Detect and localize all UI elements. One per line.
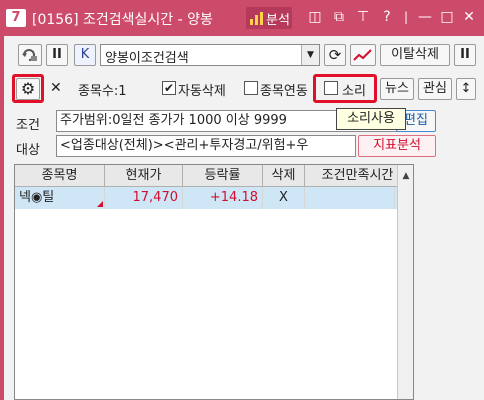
refresh-folder-icon (22, 49, 37, 61)
separator: | (403, 10, 409, 24)
cell-change: +14.18 (183, 187, 263, 209)
chevron-down-icon[interactable]: ▼ (301, 45, 319, 65)
window-title: [0156] 조건검색실시간 - 양봉 (32, 12, 213, 28)
refresh-button[interactable]: ⟳ (324, 44, 346, 66)
help-icon[interactable]: ? (378, 8, 396, 26)
pause2-button[interactable]: II (454, 44, 476, 66)
sort-button[interactable]: ↕ (456, 78, 476, 100)
cell-time (305, 187, 395, 209)
pin-icon[interactable]: ⊤ (354, 8, 372, 26)
clear-icon[interactable]: ✕ (50, 80, 62, 96)
refresh-icon: ⟳ (328, 46, 342, 64)
condition-select-value: 양봉이조건검색 (105, 51, 189, 66)
layout-icon[interactable]: ◫ (306, 8, 324, 26)
vertical-scrollbar[interactable]: ▲ (397, 165, 413, 399)
chart-icon (250, 12, 263, 25)
restore-icon[interactable]: ⧉ (330, 8, 348, 26)
window-number-icon: 7 (6, 9, 26, 27)
highlight-sound (313, 74, 377, 103)
auto-delete-label: 자동삭제 (178, 84, 226, 99)
target-label: 대상 (16, 143, 40, 158)
marker-icon (97, 201, 103, 207)
stock-count: 종목수:1 (78, 84, 127, 99)
header-time[interactable]: 조건만족시간 (305, 165, 411, 187)
result-table: 종목명 현재가 등락률 삭제 조건만족시간 넥◉틸 17,470 +14.18 … (14, 164, 414, 400)
header-price[interactable]: 현재가 (105, 165, 183, 187)
condition-select[interactable]: 양봉이조건검색 ▼ (100, 44, 320, 66)
indicator-analysis-button[interactable]: 지표분석 (358, 135, 436, 157)
chart-button[interactable] (350, 44, 376, 66)
table-row[interactable]: 넥◉틸 17,470 +14.18 X (15, 187, 411, 209)
auto-delete-checkbox[interactable]: ✔ (162, 81, 176, 95)
cell-name: 넥◉틸 (15, 187, 105, 209)
title-bar: 7 [0156] 조건검색실시간 - 양봉 분석 ◫ ⧉ ⊤ ? | — □ ✕ (0, 0, 484, 36)
interest-button[interactable]: 관심 (418, 78, 452, 100)
scroll-up-icon[interactable]: ▲ (398, 165, 414, 187)
sound-tooltip: 소리사용 (336, 108, 406, 130)
minimize-icon[interactable]: — (416, 8, 434, 26)
analysis-button[interactable]: 분석 (246, 7, 292, 29)
exit-delete-button[interactable]: 이탈삭제 (380, 44, 450, 66)
analysis-label: 분석 (266, 13, 290, 28)
maximize-icon[interactable]: □ (438, 8, 456, 26)
stock-link-checkbox[interactable] (244, 81, 258, 95)
k-button[interactable]: K (74, 44, 96, 66)
header-name[interactable]: 종목명 (15, 165, 105, 187)
cell-price: 17,470 (105, 187, 183, 209)
header-change[interactable]: 등락률 (183, 165, 263, 187)
target-field[interactable]: <업종대상(전체)><관리+투자경고/위험+우 (56, 135, 356, 157)
close-icon[interactable]: ✕ (460, 8, 478, 26)
pause-button[interactable]: II (46, 44, 68, 66)
highlight-settings (12, 74, 44, 103)
line-chart-icon (353, 49, 372, 61)
condition-load-button[interactable] (18, 44, 42, 66)
cell-delete[interactable]: X (263, 187, 305, 209)
stock-link-label: 종목연동 (260, 84, 308, 99)
news-button[interactable]: 뉴스 (380, 78, 414, 100)
header-delete[interactable]: 삭제 (263, 165, 305, 187)
condition-label: 조건 (16, 118, 40, 133)
